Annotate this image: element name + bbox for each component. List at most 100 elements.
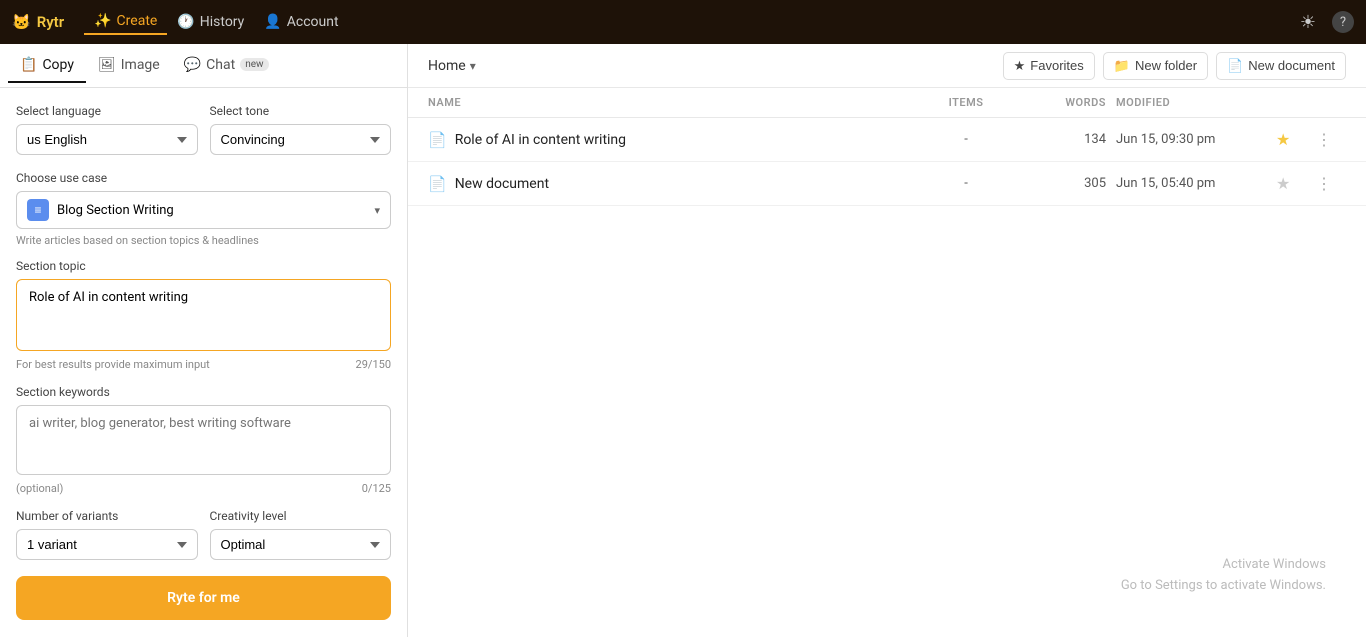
help-icon[interactable]: ? <box>1332 11 1354 33</box>
chat-icon: 💬 <box>184 57 201 73</box>
favorites-label: Favorites <box>1030 58 1083 73</box>
variants-label: Number of variants <box>16 509 198 523</box>
favorites-button[interactable]: ★ Favorites <box>1003 52 1095 80</box>
file-icon-2: 📄 <box>428 175 447 193</box>
doc-more-1[interactable]: ⋮ <box>1316 130 1346 149</box>
tone-select[interactable]: ConvincingFormalCasualFunnyInspirational <box>210 124 392 155</box>
language-group: Select language us Englishuk EnglishFren… <box>16 104 198 155</box>
history-icon: 🕐 <box>177 14 194 30</box>
new-folder-button[interactable]: 📁 New folder <box>1103 52 1208 80</box>
star-icon: ★ <box>1014 58 1026 74</box>
variants-select[interactable]: 1 variant2 variants3 variants <box>16 529 198 560</box>
col-items: ITEMS <box>916 96 1016 109</box>
app-logo[interactable]: 🐱 Rytr <box>12 13 64 31</box>
doc-items-1: - <box>916 132 1016 147</box>
doc-modified-1: Jun 15, 09:30 pm <box>1116 132 1276 147</box>
nav-create[interactable]: ✨ Create <box>84 9 167 35</box>
table-row[interactable]: 📄 Role of AI in content writing - 134 Ju… <box>408 118 1366 162</box>
image-icon: 🖼 <box>98 57 116 73</box>
tab-chat[interactable]: 💬 Chat new <box>172 49 281 83</box>
section-topic-label: Section topic <box>16 259 391 273</box>
doc-words-1: 134 <box>1016 132 1116 147</box>
tone-group: Select tone ConvincingFormalCasualFunnyI… <box>210 104 392 155</box>
tab-image-label: Image <box>121 57 160 73</box>
col-name: NAME <box>428 96 916 109</box>
nav-history[interactable]: 🕐 History <box>167 10 254 34</box>
table-row[interactable]: 📄 New document - 305 Jun 15, 05:40 pm ★ … <box>408 162 1366 206</box>
keywords-char-count: 0/125 <box>362 482 391 495</box>
use-case-label: Choose use case <box>16 171 391 185</box>
section-keywords-label: Section keywords <box>16 385 391 399</box>
watermark: Activate Windows Go to Settings to activ… <box>1121 555 1326 597</box>
section-topic-char-count: 29/150 <box>356 358 391 371</box>
nav-history-label: History <box>200 14 245 30</box>
use-case-icon: ≡ <box>27 199 49 221</box>
col-more-header <box>1316 96 1346 109</box>
new-document-button[interactable]: 📄 New document <box>1216 52 1346 80</box>
use-case-section: Choose use case ≡ Blog Section Writing ▾… <box>16 171 391 247</box>
use-case-chevron-icon: ▾ <box>374 204 380 217</box>
chat-badge: new <box>240 58 268 71</box>
use-case-dropdown[interactable]: ≡ Blog Section Writing ▾ <box>16 191 391 229</box>
variants-group: Number of variants 1 variant2 variants3 … <box>16 509 198 560</box>
doc-name-2: New document <box>455 176 549 192</box>
section-topic-hint-text: For best results provide maximum input <box>16 358 210 371</box>
section-topic-group: Section topic Role of AI in content writ… <box>16 259 391 371</box>
tab-bar: 📋 Copy 🖼 Image 💬 Chat new <box>0 44 407 88</box>
section-keywords-group: Section keywords (optional) 0/125 <box>16 385 391 495</box>
doc-words-2: 305 <box>1016 176 1116 191</box>
main-layout: 📋 Copy 🖼 Image 💬 Chat new Select languag… <box>0 44 1366 637</box>
topnav-right: ☀ ? <box>1300 11 1354 33</box>
col-modified: MODIFIED <box>1116 96 1276 109</box>
logo-emoji: 🐱 <box>12 13 31 31</box>
breadcrumb-text: Home <box>428 58 466 74</box>
generate-button[interactable]: Ryte for me <box>16 576 391 620</box>
nav-account-label: Account <box>287 14 339 30</box>
section-topic-hint-row: For best results provide maximum input 2… <box>16 358 391 371</box>
tab-copy-label: Copy <box>42 57 74 73</box>
new-document-label: New document <box>1248 58 1335 73</box>
language-select[interactable]: us Englishuk EnglishFrenchGermanSpanish <box>16 124 198 155</box>
doc-items-2: - <box>916 176 1016 191</box>
watermark-line2: Go to Settings to activate Windows. <box>1121 576 1326 597</box>
right-actions: ★ Favorites 📁 New folder 📄 New document <box>1003 52 1346 80</box>
right-panel: Home ▾ ★ Favorites 📁 New folder 📄 New do… <box>408 44 1366 637</box>
left-panel-content: Select language us Englishuk EnglishFren… <box>0 88 407 637</box>
creativity-select[interactable]: OptimalLowMediumHighMax <box>210 529 392 560</box>
file-icon-1: 📄 <box>428 131 447 149</box>
logo-text: Rytr <box>37 13 64 31</box>
breadcrumb[interactable]: Home ▾ <box>428 58 476 74</box>
col-words: WORDS <box>1016 96 1116 109</box>
doc-more-2[interactable]: ⋮ <box>1316 174 1346 193</box>
optional-tag: (optional) <box>16 482 63 495</box>
doc-star-1[interactable]: ★ <box>1276 130 1316 149</box>
language-tone-row: Select language us Englishuk EnglishFren… <box>16 104 391 155</box>
language-label: Select language <box>16 104 198 118</box>
use-case-hint: Write articles based on section topics &… <box>16 234 391 247</box>
section-topic-input[interactable]: Role of AI in content writing <box>16 279 391 351</box>
col-star-header <box>1276 96 1316 109</box>
tab-copy[interactable]: 📋 Copy <box>8 49 86 83</box>
doc-name-1: Role of AI in content writing <box>455 132 626 148</box>
breadcrumb-chevron-icon: ▾ <box>470 59 476 73</box>
table-header: NAME ITEMS WORDS MODIFIED <box>408 88 1366 118</box>
watermark-line1: Activate Windows <box>1121 555 1326 576</box>
create-icon: ✨ <box>94 13 111 29</box>
section-keywords-input[interactable] <box>16 405 391 475</box>
document-icon: 📄 <box>1227 58 1243 74</box>
section-keywords-hint-row: (optional) 0/125 <box>16 482 391 495</box>
right-header: Home ▾ ★ Favorites 📁 New folder 📄 New do… <box>408 44 1366 88</box>
creativity-group: Creativity level OptimalLowMediumHighMax <box>210 509 392 560</box>
left-panel: 📋 Copy 🖼 Image 💬 Chat new Select languag… <box>0 44 408 637</box>
topnav: 🐱 Rytr ✨ Create 🕐 History 👤 Account ☀ ? <box>0 0 1366 44</box>
variants-creativity-row: Number of variants 1 variant2 variants3 … <box>16 509 391 560</box>
account-icon: 👤 <box>264 14 281 30</box>
new-folder-label: New folder <box>1135 58 1197 73</box>
tone-label: Select tone <box>210 104 392 118</box>
tab-image[interactable]: 🖼 Image <box>86 49 172 83</box>
sun-icon[interactable]: ☀ <box>1300 12 1316 33</box>
nav-account[interactable]: 👤 Account <box>254 10 348 34</box>
file-name-1: 📄 Role of AI in content writing <box>428 131 916 149</box>
doc-star-2[interactable]: ★ <box>1276 174 1316 193</box>
doc-modified-2: Jun 15, 05:40 pm <box>1116 176 1276 191</box>
